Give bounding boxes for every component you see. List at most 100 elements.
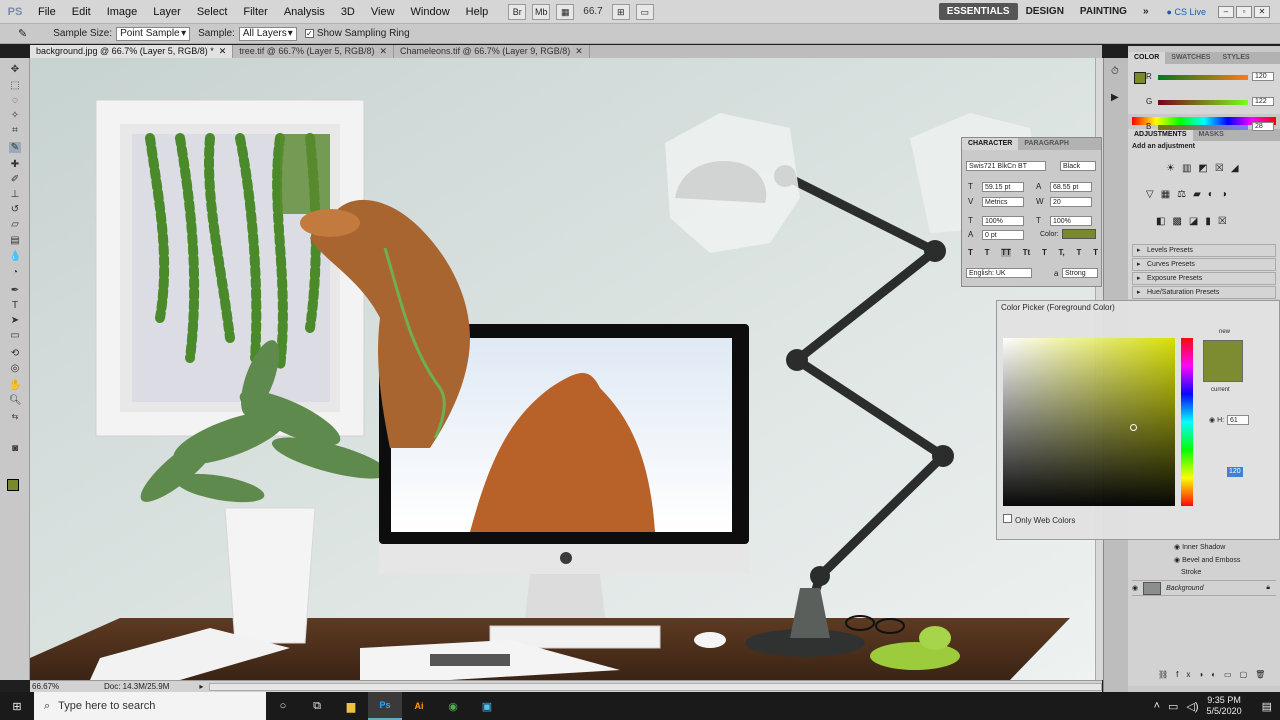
eye-icon[interactable]: ◉ [1174, 557, 1180, 564]
color-picker-ring[interactable] [1130, 424, 1137, 431]
hue-value-field[interactable]: 61 [1227, 415, 1249, 425]
hue-saturation-presets[interactable]: Hue/Saturation Presets [1132, 286, 1276, 299]
blue-value[interactable]: 28 [1252, 122, 1274, 131]
menu-view[interactable]: View [363, 6, 403, 18]
effect-stroke[interactable]: Stroke [1181, 569, 1201, 576]
zoom-tool-icon[interactable]: 🔍︎ [9, 395, 22, 406]
healing-tool-icon[interactable]: ✚ [9, 159, 21, 170]
sample-select[interactable]: All Layers ▾ [238, 26, 297, 41]
tab-color[interactable]: COLOR [1128, 52, 1166, 64]
menu-analysis[interactable]: Analysis [276, 6, 333, 18]
superscript-button[interactable]: T [1042, 248, 1047, 257]
tab-paragraph[interactable]: PARAGRAPH [1018, 138, 1075, 150]
brush-tool-icon[interactable]: ✐ [9, 174, 21, 185]
red-slider[interactable] [1158, 75, 1248, 80]
workspace-painting[interactable]: PAINTING [1072, 3, 1135, 20]
volume-icon[interactable]: ◁) [1186, 700, 1198, 713]
tracking-field[interactable]: 20 [1050, 197, 1092, 207]
subscript-button[interactable]: T, [1059, 248, 1065, 257]
antialias-select[interactable]: Strong [1062, 268, 1098, 278]
eye-icon[interactable]: ◉ [1132, 584, 1138, 592]
faux-bold-button[interactable]: T [968, 248, 973, 257]
effect-bevel[interactable]: ◉ Bevel and Emboss [1174, 556, 1240, 564]
start-button[interactable]: ⊞ [0, 692, 34, 720]
font-family-select[interactable]: Swis721 BlkCn BT [966, 161, 1046, 171]
file-explorer-icon[interactable]: ▆ [334, 692, 368, 720]
3d-orbit-icon[interactable]: ◎ [9, 363, 21, 374]
swap-colors-icon[interactable]: ⇆ [9, 411, 21, 422]
vertical-scale-field[interactable]: 100% [982, 216, 1024, 226]
baseline-field[interactable]: 0 pt [982, 230, 1024, 240]
status-arrow-icon[interactable]: ▸ [199, 682, 203, 691]
levels-presets[interactable]: Levels Presets [1132, 244, 1276, 257]
small-caps-button[interactable]: Tt [1023, 248, 1031, 257]
red-value[interactable]: 120 [1252, 72, 1274, 81]
illustrator-icon[interactable]: Ai [402, 692, 436, 720]
tab-chameleons[interactable]: Chameleons.tif @ 66.7% (Layer 9, RGB/8) ✕ [394, 45, 590, 58]
chrome-icon[interactable]: ◉ [436, 692, 470, 720]
maximize-button[interactable]: ▫ [1236, 5, 1252, 18]
3d-rotate-icon[interactable]: ⟲ [9, 348, 21, 359]
stamp-tool-icon[interactable]: ⊥ [9, 189, 21, 200]
photoshop-icon[interactable]: Ps [368, 692, 402, 720]
menu-layer[interactable]: Layer [145, 6, 189, 18]
green-slider[interactable] [1158, 100, 1248, 105]
tab-tree[interactable]: tree.tif @ 66.7% (Layer 5, RGB/8) ✕ [233, 45, 395, 58]
green-value[interactable]: 122 [1252, 97, 1274, 106]
dodge-tool-icon[interactable]: ◔ [9, 267, 21, 278]
pen-tool-icon[interactable]: ✒ [9, 285, 21, 296]
workspace-essentials[interactable]: ESSENTIALS [938, 3, 1018, 20]
close-button[interactable]: ✕ [1254, 5, 1270, 18]
font-size-field[interactable]: 59.15 pt [982, 182, 1024, 192]
eye-icon[interactable]: ◉ [1174, 544, 1180, 551]
tab-styles[interactable]: STYLES [1216, 52, 1255, 64]
quick-select-tool-icon[interactable]: ✧ [9, 110, 21, 121]
effect-inner-shadow[interactable]: ◉ Inner Shadow [1174, 543, 1225, 551]
blue-slider[interactable] [1158, 125, 1248, 130]
history-panel-icon[interactable]: ⏱ [1111, 66, 1119, 77]
eraser-tool-icon[interactable]: ▱ [9, 219, 21, 230]
marquee-tool-icon[interactable]: ⬚ [9, 80, 21, 91]
notification-icon[interactable]: ▤ [1262, 700, 1272, 713]
adjustment-icons-row-1[interactable]: ☀▥◩☒◢ [1166, 163, 1246, 174]
menu-image[interactable]: Image [99, 6, 146, 18]
type-tool-icon[interactable]: T [9, 300, 21, 311]
close-tab-icon[interactable]: ✕ [219, 45, 227, 58]
hue-slider[interactable] [1181, 338, 1193, 506]
menu-file[interactable]: File [30, 6, 64, 18]
strikethrough-button[interactable]: T [1093, 248, 1098, 257]
eyedropper-icon[interactable]: ✎ [18, 27, 27, 40]
quick-mask-icon[interactable]: ◙ [9, 443, 21, 454]
zoom-level[interactable]: 66.7 [583, 6, 602, 17]
workspace-design[interactable]: DESIGN [1018, 3, 1072, 20]
underline-button[interactable]: T [1076, 248, 1081, 257]
eyedropper-tool-icon[interactable]: ✎ [9, 142, 21, 153]
crop-tool-icon[interactable]: ⌗ [9, 125, 21, 136]
adjustment-icons-row-3[interactable]: ◧▩◪▮☒ [1156, 216, 1234, 227]
adjustment-icons-row-2[interactable]: ▽▦⚖▰◐◑ [1146, 189, 1234, 200]
tab-character[interactable]: CHARACTER [962, 138, 1019, 150]
text-color-swatch[interactable] [1062, 229, 1096, 239]
show-ring-checkbox[interactable]: ✓ Show Sampling Ring [304, 28, 410, 39]
menu-select[interactable]: Select [189, 6, 236, 18]
actions-panel-icon[interactable]: ▶ [1111, 92, 1119, 103]
hue-radio[interactable]: ◉ H: [1209, 416, 1224, 424]
status-zoom[interactable]: 66.67% [32, 682, 59, 691]
close-tab-icon[interactable]: ✕ [575, 45, 583, 58]
chevron-up-icon[interactable]: ˄ [1154, 700, 1160, 712]
red-value-field[interactable]: 120 [1227, 467, 1243, 477]
hand-tool-icon[interactable]: ✋ [9, 380, 21, 391]
blur-tool-icon[interactable]: 💧 [9, 251, 21, 262]
history-brush-icon[interactable]: ↺ [9, 204, 21, 215]
network-icon[interactable]: ▭ [1168, 700, 1178, 713]
cs-live-button[interactable]: ● CS Live [1167, 7, 1206, 17]
font-style-select[interactable]: Black [1060, 161, 1096, 171]
exposure-presets[interactable]: Exposure Presets [1132, 272, 1276, 285]
mini-bridge-button[interactable]: Mb [532, 3, 551, 20]
shape-tool-icon[interactable]: ▭ [9, 330, 21, 341]
only-web-colors-checkbox[interactable]: Only Web Colors [1003, 514, 1075, 525]
bridge-button[interactable]: Br [508, 3, 527, 20]
foreground-color-swatch[interactable] [7, 479, 19, 491]
menu-filter[interactable]: Filter [235, 6, 275, 18]
layer-background[interactable]: ◉ Background 🔒︎ [1132, 580, 1276, 596]
